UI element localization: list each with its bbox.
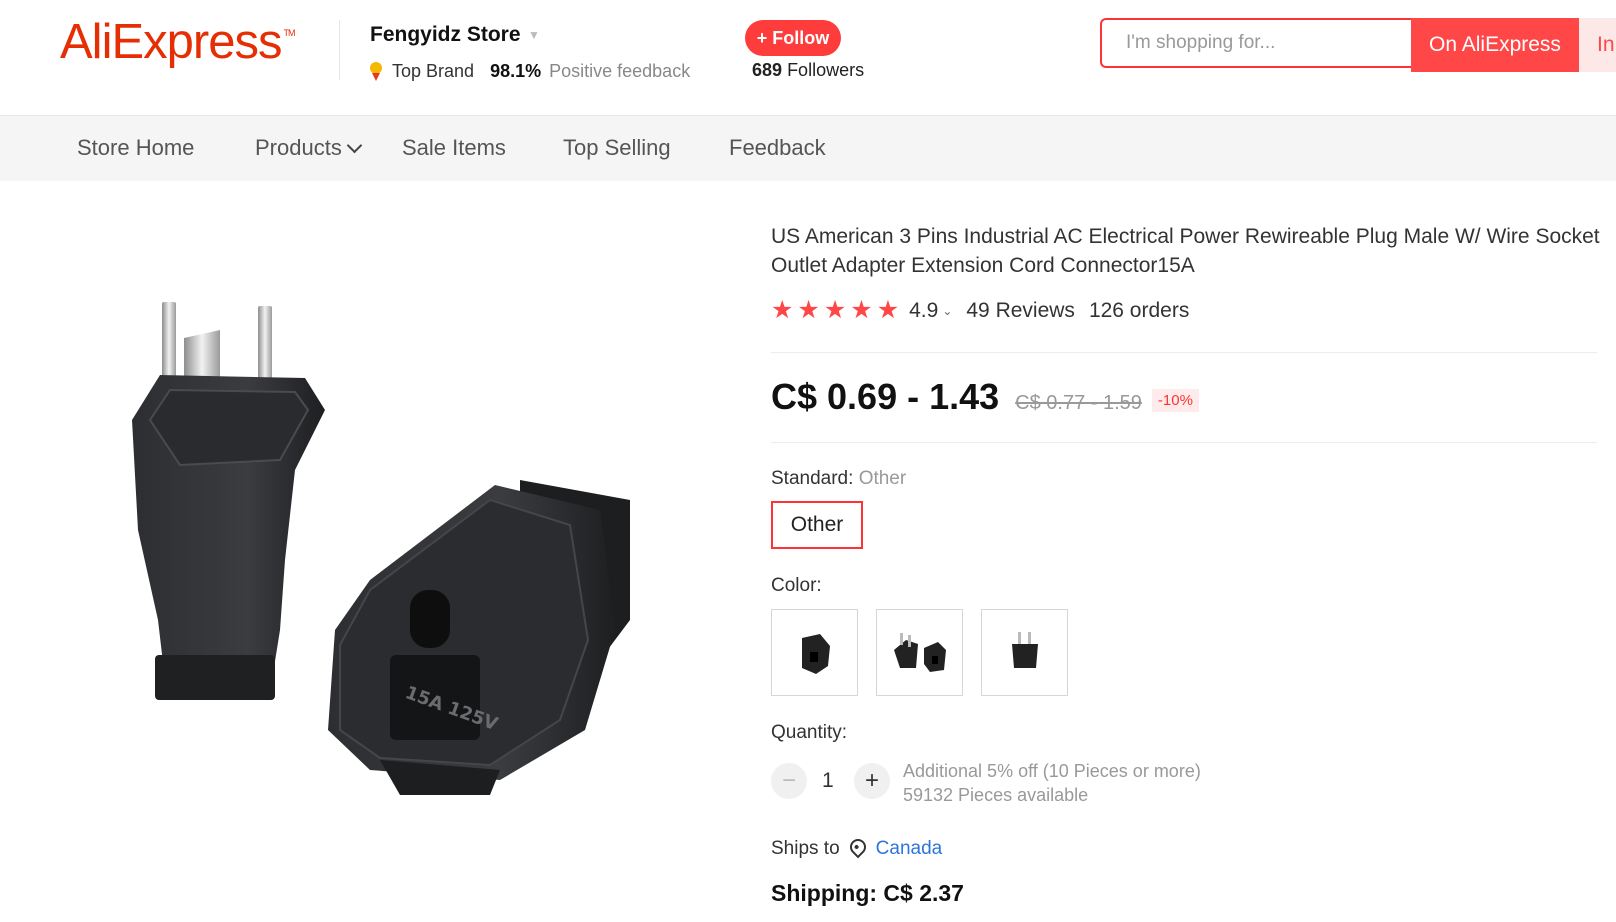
aliexpress-logo[interactable]: AliExpress TM	[60, 14, 295, 70]
price-row: C$ 0.69 - 1.43 C$ 0.77 - 1.59 -10%	[771, 376, 1199, 418]
search-store-button[interactable]: In this store	[1579, 18, 1616, 72]
availability-text: 59132 Pieces available	[903, 785, 1089, 805]
discount-badge: -10%	[1151, 389, 1199, 412]
star-icon: ★	[850, 296, 873, 324]
star-rating: ★ ★ ★ ★ ★	[771, 298, 899, 323]
follow-button[interactable]: + Follow	[745, 20, 841, 56]
quantity-increase-button[interactable]: +	[854, 763, 890, 799]
quantity-decrease-button[interactable]: −	[771, 763, 807, 799]
shipping-cost: Shipping: C$ 2.37	[771, 880, 964, 906]
bulk-discount-text: Additional 5% off (10 Pieces or more)	[903, 761, 1201, 781]
reviews-link[interactable]: 49 Reviews	[966, 299, 1075, 323]
search-aliexpress-button[interactable]: On AliExpress	[1411, 18, 1579, 72]
store-header: AliExpress TM Fengyidz Store ▼ Top Brand …	[0, 0, 1616, 116]
orders-count: 126 orders	[1088, 298, 1190, 322]
medal-icon	[368, 61, 384, 82]
location-pin-icon	[846, 835, 869, 859]
price: C$ 0.69 - 1.43	[771, 376, 1000, 417]
quantity-info: Additional 5% off (10 Pieces or more) 59…	[903, 759, 1201, 807]
star-icon: ★	[771, 296, 794, 324]
rating-row: ★ ★ ★ ★ ★ 4.9 ⌄ 49 Reviews 126 orders	[771, 298, 1189, 323]
color-swatch-plug[interactable]	[981, 609, 1068, 696]
top-brand-label: Top Brand	[392, 61, 475, 81]
divider	[771, 442, 1597, 443]
chevron-down-icon[interactable]: ⌄	[942, 304, 952, 318]
nav-products[interactable]: Products	[255, 135, 363, 161]
nav-sale-items[interactable]: Sale Items	[402, 135, 506, 161]
nav-feedback[interactable]: Feedback	[729, 135, 826, 161]
nav-store-home[interactable]: Store Home	[77, 135, 194, 161]
feedback-percent: 98.1%	[490, 61, 542, 81]
nav-top-selling[interactable]: Top Selling	[563, 135, 671, 161]
store-meta: Top Brand 98.1% Positive feedback	[368, 61, 690, 82]
color-swatch-pair[interactable]	[876, 609, 963, 696]
star-icon: ★	[797, 296, 820, 324]
header-divider	[339, 20, 340, 80]
color-swatch-socket[interactable]	[771, 609, 858, 696]
search-box	[1100, 18, 1411, 68]
search-input[interactable]	[1102, 20, 1411, 66]
followers-count: 689 Followers	[752, 60, 865, 80]
divider	[771, 352, 1597, 353]
standard-option-other[interactable]: Other	[771, 501, 863, 549]
original-price: C$ 0.77 - 1.59	[1015, 392, 1142, 414]
ships-to-country[interactable]: Canada	[876, 838, 943, 860]
feedback-label: Positive feedback	[549, 61, 691, 81]
product-title: US American 3 Pins Industrial AC Electri…	[771, 225, 1600, 277]
ships-to: Ships to Canada	[771, 835, 943, 860]
product-main-image[interactable]: 15A 125V	[40, 260, 680, 840]
quantity-label: Quantity:	[771, 722, 848, 743]
rating-value[interactable]: 4.9	[909, 299, 938, 323]
quantity-value[interactable]: 1	[822, 769, 834, 793]
color-label: Color:	[771, 575, 822, 596]
store-name[interactable]: Fengyidz Store	[370, 23, 521, 47]
standard-label: Standard: Other	[771, 468, 907, 489]
star-icon: ★	[876, 296, 900, 324]
chevron-down-icon	[346, 137, 363, 154]
chevron-down-icon[interactable]: ▼	[528, 28, 540, 42]
ships-to-label: Ships to	[771, 838, 840, 859]
store-nav: Store Home Products Sale Items Top Selli…	[0, 116, 1616, 181]
star-icon: ★	[823, 296, 847, 324]
